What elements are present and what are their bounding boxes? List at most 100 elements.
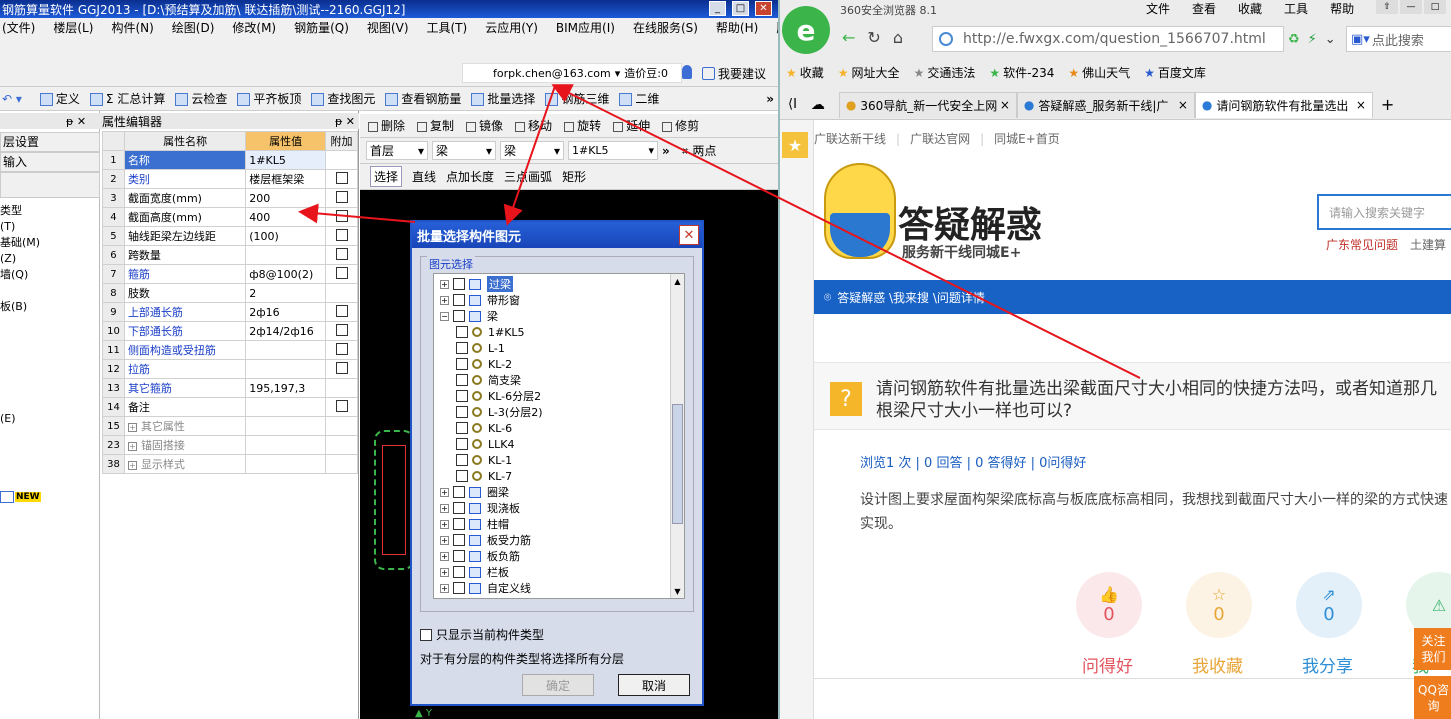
property-value[interactable]: 400 <box>245 207 327 227</box>
property-value[interactable]: 2ф16 <box>245 302 327 322</box>
qq-consult-button[interactable]: QQ咨询 <box>1414 676 1451 719</box>
bookmark-2[interactable]: ★ 交通违法 <box>914 64 976 81</box>
edit-btn-0[interactable]: 删除 <box>368 117 405 134</box>
extra-checkbox[interactable] <box>335 247 348 260</box>
bookmark-3[interactable]: ★ 软件-234 <box>989 64 1054 81</box>
menu-item-1[interactable]: 楼层(L) <box>53 19 93 36</box>
node-checkbox[interactable] <box>453 518 465 530</box>
toolbar-btn-1[interactable]: Σ 汇总计算 <box>89 90 165 107</box>
node-checkbox[interactable] <box>453 566 465 578</box>
menu-item-3[interactable]: 绘图(D) <box>172 19 215 36</box>
cloud-icon[interactable]: ☁ <box>811 97 825 113</box>
extra-checkbox[interactable] <box>335 209 348 222</box>
property-row[interactable]: 2 类别 楼层框架梁 <box>102 169 358 189</box>
menu-item-10[interactable]: 在线服务(S) <box>633 19 698 36</box>
node-checkbox[interactable] <box>453 534 465 546</box>
hot-link-2[interactable]: 土建算 <box>1410 236 1446 253</box>
node-checkbox[interactable] <box>456 390 468 402</box>
browser-menu-4[interactable]: 帮助 <box>1330 0 1354 17</box>
node-checkbox[interactable] <box>456 358 468 370</box>
toolbar-btn-4[interactable]: 查找图元 <box>311 90 375 107</box>
action-2[interactable]: ⇗ 0 <box>1296 572 1362 638</box>
toolbar-btn-6[interactable]: 批量选择 <box>471 90 535 107</box>
nav-item-foundation[interactable]: 基础(M) <box>0 235 40 251</box>
draw-btn-3[interactable]: 三点画弧 <box>504 168 552 185</box>
extra-checkbox[interactable] <box>335 190 348 203</box>
pin-close-icons[interactable]: ᵽ ✕ <box>335 115 355 128</box>
tab-3-active[interactable]: ● 请问钢筋软件有批量选出 × <box>1194 91 1373 118</box>
toolbar-btn-5[interactable]: 查看钢筋量 <box>385 90 461 107</box>
only-current-checkbox[interactable] <box>420 628 432 641</box>
edit-btn-2[interactable]: 镜像 <box>466 117 503 134</box>
menu-item-11[interactable]: 帮助(H) <box>716 19 758 36</box>
tree-node[interactable]: KL-6分层2 <box>456 388 541 404</box>
action-0[interactable]: 👍 0 <box>1076 572 1142 638</box>
menu-item-6[interactable]: 视图(V) <box>367 19 409 36</box>
dropdown-icon[interactable]: ⌄ <box>1325 32 1336 47</box>
expand-icon[interactable]: + <box>440 583 449 593</box>
tab-left-icon[interactable]: ⟨I <box>788 97 797 112</box>
close-button[interactable]: ✕ <box>755 1 772 16</box>
property-row[interactable]: 7 箍筋 ф8@100(2) <box>102 264 358 284</box>
nav-input[interactable]: 输入 <box>0 152 100 172</box>
site-link-0[interactable]: 广联达新干线 <box>814 130 886 147</box>
tree-node[interactable]: + 栏板 <box>440 564 509 580</box>
property-row[interactable]: 38 + 显示样式 <box>102 454 358 474</box>
restore-icon[interactable]: □ <box>1424 0 1446 14</box>
nav-item-t[interactable]: (T) <box>0 219 40 235</box>
draw-btn-1[interactable]: 直线 <box>412 168 436 185</box>
nav-floor-settings[interactable]: 层设置 <box>0 132 100 152</box>
property-value[interactable] <box>245 416 327 436</box>
menu-item-7[interactable]: 工具(T) <box>427 19 468 36</box>
type-select[interactable]: 梁 ▾ <box>432 141 496 160</box>
node-checkbox[interactable] <box>453 502 465 514</box>
hot-link-1[interactable]: 广东常见问题 <box>1326 236 1398 253</box>
reload-icon[interactable]: ↻ <box>867 28 880 47</box>
property-value[interactable] <box>245 245 327 265</box>
toolbar-btn-2[interactable]: 云检查 <box>175 90 227 107</box>
property-value[interactable]: 2ф14/2ф16 <box>245 321 327 341</box>
bell-icon[interactable] <box>682 65 692 79</box>
tree-node[interactable]: − 梁 <box>440 308 498 324</box>
property-row[interactable]: 11 侧面构造或受扭筋 <box>102 340 358 360</box>
property-value[interactable] <box>245 340 327 360</box>
property-value[interactable]: 200 <box>245 188 327 208</box>
node-checkbox[interactable] <box>456 406 468 418</box>
tab-1[interactable]: ● 360导航_新一代安全上网 × <box>838 91 1017 118</box>
node-checkbox[interactable] <box>453 550 465 562</box>
nav-item-slab[interactable]: 板(B) <box>0 299 40 315</box>
suggest-button[interactable]: 我要建议 <box>702 65 766 82</box>
nav-item-wall[interactable]: 墙(Q) <box>0 267 40 283</box>
scroll-thumb[interactable] <box>672 404 683 524</box>
node-checkbox[interactable] <box>456 374 468 386</box>
tree-node[interactable]: + 板受力筋 <box>440 532 531 548</box>
bookmark-0[interactable]: ★ 收藏 <box>786 64 824 81</box>
action-1[interactable]: ☆ 0 <box>1186 572 1252 638</box>
site-link-2[interactable]: 同城E+首页 <box>994 130 1060 147</box>
only-current-option[interactable]: 只显示当前构件类型 <box>420 626 544 643</box>
node-checkbox[interactable] <box>456 470 468 482</box>
nav-item-type[interactable]: 类型 <box>0 203 40 219</box>
menu-item-0[interactable]: (文件) <box>2 19 35 36</box>
tree-node[interactable]: + 柱帽 <box>440 516 509 532</box>
tree-node[interactable]: KL-7 <box>456 468 512 484</box>
node-checkbox[interactable] <box>453 294 465 306</box>
property-row[interactable]: 5 轴线距梁左边线距 (100) <box>102 226 358 246</box>
extra-checkbox[interactable] <box>335 342 348 355</box>
property-row[interactable]: 6 跨数量 <box>102 245 358 265</box>
expand-icon[interactable]: + <box>440 503 449 513</box>
property-row[interactable]: 8 肢数 2 <box>102 283 358 303</box>
expand-icon[interactable]: + <box>127 423 137 432</box>
tree-scrollbar[interactable]: ▲ ▼ <box>670 274 684 598</box>
tab-2[interactable]: ● 答疑解惑_服务新干线|广 × <box>1016 91 1195 118</box>
tree-node[interactable]: LLK4 <box>456 436 514 452</box>
tree-node[interactable]: + 板负筋 <box>440 548 520 564</box>
property-value[interactable]: 195,197,3 <box>245 378 327 398</box>
property-value[interactable]: 2 <box>245 283 327 303</box>
property-row[interactable]: 9 上部通长筋 2ф16 <box>102 302 358 322</box>
tree-node[interactable]: 1#KL5 <box>456 324 525 340</box>
cancel-button[interactable]: 取消 <box>618 674 690 696</box>
pin-icon[interactable]: ⇧ <box>1376 0 1398 14</box>
expand-icon[interactable]: + <box>440 295 449 305</box>
address-bar[interactable]: http://e.fwxgx.com/question_1566707.html <box>932 26 1284 52</box>
